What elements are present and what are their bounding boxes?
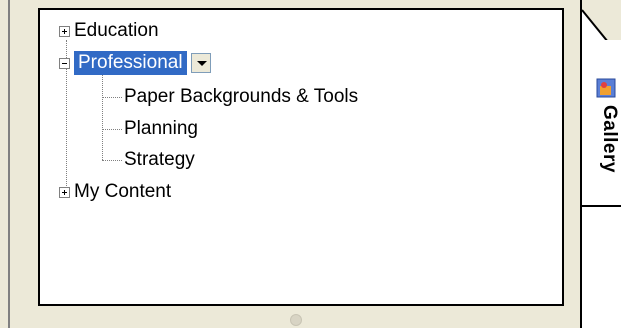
window-border bbox=[8, 0, 10, 328]
tree-item-label[interactable]: Professional bbox=[74, 51, 187, 75]
tree-item-label[interactable]: Strategy bbox=[124, 148, 195, 172]
tree-connector bbox=[102, 72, 103, 160]
item-menu-dropdown-button[interactable] bbox=[190, 53, 211, 73]
chevron-down-icon bbox=[196, 61, 207, 66]
tree-item-label[interactable]: Planning bbox=[124, 117, 198, 141]
tree-item-my-content[interactable]: My Content bbox=[59, 179, 171, 205]
expand-icon[interactable] bbox=[59, 25, 70, 37]
gallery-icon bbox=[596, 78, 616, 98]
tree-item-education[interactable]: Education bbox=[59, 18, 159, 44]
resize-grip[interactable] bbox=[290, 314, 302, 326]
expand-icon[interactable] bbox=[59, 186, 70, 198]
tree-item-label[interactable]: Education bbox=[74, 19, 159, 43]
tree-item-label[interactable]: Paper Backgrounds & Tools bbox=[124, 85, 358, 109]
tree-item-paper-backgrounds-tools[interactable]: Paper Backgrounds & Tools bbox=[124, 84, 358, 110]
tab-panel-area bbox=[582, 207, 621, 328]
tree-item-strategy[interactable]: Strategy bbox=[124, 147, 195, 173]
tree-connector bbox=[102, 129, 122, 130]
tree-connector bbox=[102, 160, 122, 161]
gallery-tab-label[interactable]: Gallery bbox=[590, 105, 620, 200]
gallery-window: Education Professional Paper Backgrounds… bbox=[0, 0, 621, 328]
tree-item-planning[interactable]: Planning bbox=[124, 116, 198, 142]
collapse-icon[interactable] bbox=[59, 57, 70, 69]
tree-connector bbox=[102, 97, 122, 98]
tree-item-professional[interactable]: Professional bbox=[59, 50, 211, 76]
category-tree[interactable]: Education Professional Paper Backgrounds… bbox=[38, 8, 564, 306]
tree-item-label[interactable]: My Content bbox=[74, 180, 171, 204]
